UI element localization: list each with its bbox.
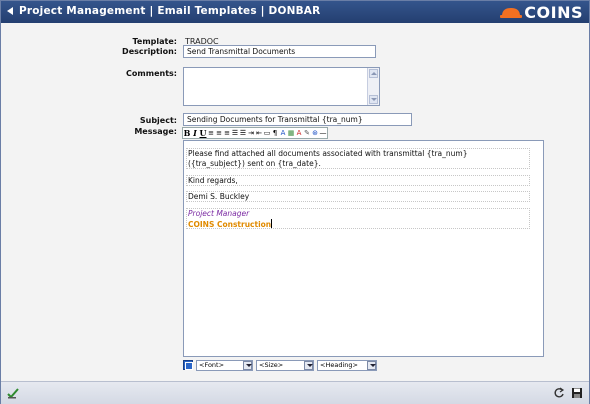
subject-input[interactable]: Sending Documents for Transmittal {tra_n… <box>183 113 412 126</box>
refresh-icon[interactable] <box>553 387 565 399</box>
description-input[interactable]: Send Transmittal Documents <box>183 45 376 58</box>
message-label: Message: <box>134 127 177 136</box>
link-button[interactable]: ⊛ <box>311 128 319 138</box>
paragraph-button[interactable]: ¶ <box>271 128 279 138</box>
back-arrow-icon[interactable] <box>7 7 13 15</box>
message-editor[interactable]: Please find attached all documents assoc… <box>183 140 544 357</box>
outdent-button[interactable]: ⇤ <box>255 128 263 138</box>
chevron-down-icon[interactable] <box>243 360 252 370</box>
paragraph-line: Please find attached all documents assoc… <box>188 149 468 158</box>
signature-title: Project Manager <box>188 209 250 218</box>
font-color-button[interactable]: A <box>279 128 287 138</box>
comments-scrollbar[interactable] <box>367 68 379 105</box>
comments-label: Comments: <box>126 69 177 78</box>
unordered-list-button[interactable]: ☰ <box>239 128 247 138</box>
check-edit-icon[interactable] <box>7 387 19 399</box>
bold-button[interactable]: B <box>183 128 191 138</box>
logo-text: COINS <box>524 2 583 22</box>
italic-button[interactable]: I <box>191 128 199 138</box>
description-label: Description: <box>122 47 177 56</box>
align-center-button[interactable]: ≡ <box>215 128 223 138</box>
chevron-down-icon[interactable] <box>367 360 376 370</box>
table-icon[interactable] <box>183 360 193 370</box>
heading-select-value: <Heading> <box>320 361 358 369</box>
message-paragraph-4: Project Manager COINS Construction <box>186 208 530 229</box>
comments-textarea[interactable] <box>183 67 380 106</box>
align-left-button[interactable]: ≡ <box>207 128 215 138</box>
message-paragraph-2: Kind regards, <box>186 175 530 186</box>
horizontal-rule-button[interactable]: — <box>319 128 327 138</box>
editor-toolbar: B I U ≡ ≡ ≡ ☰ ☰ ⇥ ⇤ ▭ ¶ A ▦ A ✎ ⊛ — <box>182 127 328 139</box>
highlight-color-button[interactable]: A <box>295 128 303 138</box>
indent-button[interactable]: ⇥ <box>247 128 255 138</box>
message-paragraph-3: Demi S. Buckley <box>186 191 530 202</box>
subject-label: Subject: <box>139 116 177 125</box>
heading-select[interactable]: <Heading> <box>317 359 377 371</box>
status-bar <box>1 381 589 404</box>
chevron-down-icon[interactable] <box>304 360 313 370</box>
save-icon[interactable] <box>571 387 583 399</box>
signature-company: COINS Construction <box>188 219 272 229</box>
insert-image-button[interactable]: ▦ <box>287 128 295 138</box>
coins-logo: COINS <box>500 2 583 22</box>
ordered-list-button[interactable]: ☰ <box>231 128 239 138</box>
text-cursor <box>271 218 273 228</box>
align-right-button[interactable]: ≡ <box>223 128 231 138</box>
scroll-up-icon[interactable] <box>369 69 378 78</box>
paragraph-line: ({tra_subject}) sent on {tra_date}. <box>188 158 321 168</box>
font-select-value: <Font> <box>199 361 225 369</box>
message-paragraph-1: Please find attached all documents assoc… <box>186 148 530 169</box>
app-window: Project Management | Email Templates | D… <box>0 0 590 404</box>
size-select-value: <Size> <box>259 361 284 369</box>
page-title: Project Management | Email Templates | D… <box>19 5 321 17</box>
underline-button[interactable]: U <box>199 128 207 138</box>
editor-format-bar: <Font> <Size> <Heading> <box>183 359 377 371</box>
font-select[interactable]: <Font> <box>196 359 253 371</box>
hard-hat-icon <box>500 6 523 18</box>
scroll-down-icon[interactable] <box>369 95 378 104</box>
template-label: Template: <box>132 37 177 46</box>
edit-pencil-button[interactable]: ✎ <box>303 128 311 138</box>
size-select[interactable]: <Size> <box>256 359 314 371</box>
box-button[interactable]: ▭ <box>263 128 271 138</box>
title-bar: Project Management | Email Templates | D… <box>1 1 589 23</box>
